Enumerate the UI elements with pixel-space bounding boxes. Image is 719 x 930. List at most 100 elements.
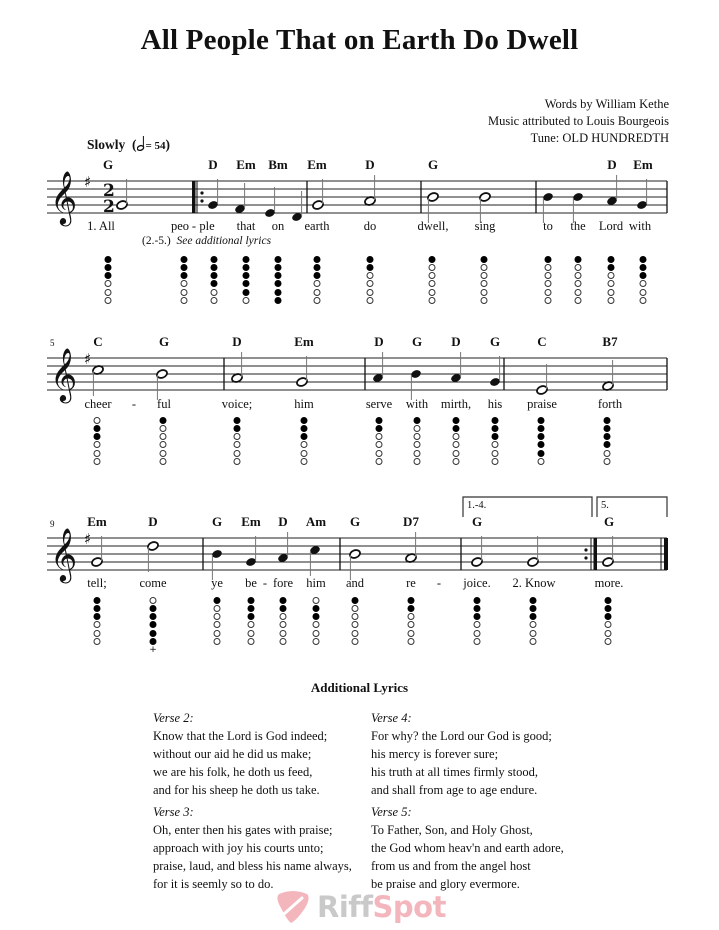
closed-hole-icon (491, 417, 499, 424)
closed-hole-icon (603, 441, 611, 449)
lyric-syllable: come (139, 576, 167, 590)
chord-symbol: G (102, 157, 114, 172)
lyric-syllable: voice; (221, 397, 253, 411)
tin-whistle-fingering-chart (300, 417, 309, 466)
chord-symbol: G (489, 334, 501, 349)
verse-range: (2.-5.) (142, 235, 171, 247)
closed-hole-icon (104, 264, 112, 272)
tin-whistle-fingering-chart (233, 417, 242, 466)
lyric-syllable: his (487, 397, 503, 411)
verse-label: Verse 2: (153, 711, 194, 725)
open-hole-icon (93, 417, 101, 424)
closed-hole-icon (452, 425, 460, 433)
verse-3: Verse 3: Oh, enter then his gates with p… (153, 803, 352, 893)
chord-symbol: D (148, 514, 158, 529)
open-hole-icon (407, 637, 415, 645)
chord-symbol: D7 (403, 514, 419, 529)
closed-hole-icon (210, 264, 218, 272)
lyric-syllable: ful (157, 397, 171, 411)
lyric-syllable: fore (272, 576, 294, 590)
tin-whistle-fingering-chart (93, 417, 102, 466)
final-barline (664, 538, 668, 570)
open-hole-icon (607, 288, 615, 296)
repeat-dot (584, 556, 588, 560)
open-hole-icon (491, 457, 499, 465)
open-hole-icon (428, 264, 436, 272)
volta-label: 1.-4. (467, 500, 487, 511)
closed-hole-icon (210, 280, 218, 288)
lyric-syllable: - (262, 576, 268, 590)
closed-hole-icon (93, 597, 101, 604)
verse-line: his mercy is forever sure; (371, 747, 499, 761)
closed-hole-icon (537, 417, 545, 424)
tin-whistle-fingering-chart (529, 597, 538, 646)
tin-whistle-fingering-chart: + (149, 597, 158, 654)
open-hole-icon (351, 629, 359, 637)
closed-hole-icon (574, 256, 582, 263)
verse-line: For why? the Lord our God is good; (371, 729, 552, 743)
open-hole-icon (639, 296, 647, 304)
lyric-syllable: mirth, (440, 397, 472, 411)
open-hole-icon (491, 449, 499, 457)
verse-line: the God whom heav'n and earth adore, (371, 841, 564, 855)
closed-hole-icon (604, 605, 612, 613)
open-hole-icon (452, 441, 460, 449)
open-hole-icon (351, 621, 359, 629)
open-hole-icon (375, 457, 383, 465)
open-hole-icon (313, 296, 321, 304)
closed-hole-icon (529, 597, 537, 604)
tin-whistle-fingering-chart (537, 417, 546, 466)
tin-whistle-fingering-chart (604, 597, 613, 646)
closed-hole-icon (149, 621, 157, 629)
chord-symbol: Em (241, 514, 261, 529)
closed-hole-icon (104, 256, 112, 263)
closed-hole-icon (149, 629, 157, 637)
open-hole-icon (480, 288, 488, 296)
chord-symbol: G (211, 514, 223, 529)
open-hole-icon (313, 280, 321, 288)
treble-clef-icon: 𝄞 (50, 527, 77, 583)
tin-whistle-fingering-chart (574, 256, 583, 305)
open-hole-icon (366, 280, 374, 288)
brand-riff: Riff (317, 890, 373, 924)
closed-hole-icon (300, 425, 308, 433)
open-hole-icon (544, 280, 552, 288)
open-hole-icon (104, 280, 112, 288)
open-hole-icon (413, 425, 421, 433)
open-hole-icon (210, 296, 218, 304)
closed-hole-icon (149, 613, 157, 621)
open-hole-icon (351, 605, 359, 613)
tin-whistle-fingering-chart (639, 256, 648, 305)
closed-hole-icon (473, 597, 481, 604)
closed-hole-icon (452, 417, 460, 424)
tin-whistle-fingering-chart (104, 256, 113, 305)
lyric-syllable: to (543, 219, 553, 233)
open-hole-icon (351, 637, 359, 645)
open-hole-icon (480, 272, 488, 280)
open-hole-icon (413, 457, 421, 465)
open-hole-icon (428, 296, 436, 304)
verse-5: Verse 5: To Father, Son, and Holy Ghost,… (371, 803, 564, 893)
open-hole-icon (159, 457, 167, 465)
repeat-dot (200, 199, 204, 203)
open-hole-icon (607, 272, 615, 280)
tin-whistle-fingering-chart (428, 256, 437, 305)
chord-symbol: G (603, 514, 615, 529)
closed-hole-icon (242, 280, 250, 288)
closed-hole-icon (480, 256, 488, 263)
time-signature-bottom: 2 (103, 197, 115, 217)
chord-symbol: D (374, 334, 384, 349)
verse-4: Verse 4: For why? the Lord our God is go… (371, 709, 552, 799)
open-hole-icon (366, 272, 374, 280)
open-hole-icon (93, 621, 101, 629)
chord-symbol: Em (307, 157, 327, 172)
lyric-syllable: and (345, 576, 365, 590)
closed-hole-icon (407, 597, 415, 604)
chord-symbol: D (607, 157, 617, 172)
closed-hole-icon (149, 605, 157, 613)
lyric-syllable: joice. (463, 576, 491, 590)
closed-hole-icon (242, 272, 250, 280)
chord-symbol: Am (305, 514, 327, 529)
closed-hole-icon (407, 605, 415, 613)
open-hole-icon (407, 629, 415, 637)
